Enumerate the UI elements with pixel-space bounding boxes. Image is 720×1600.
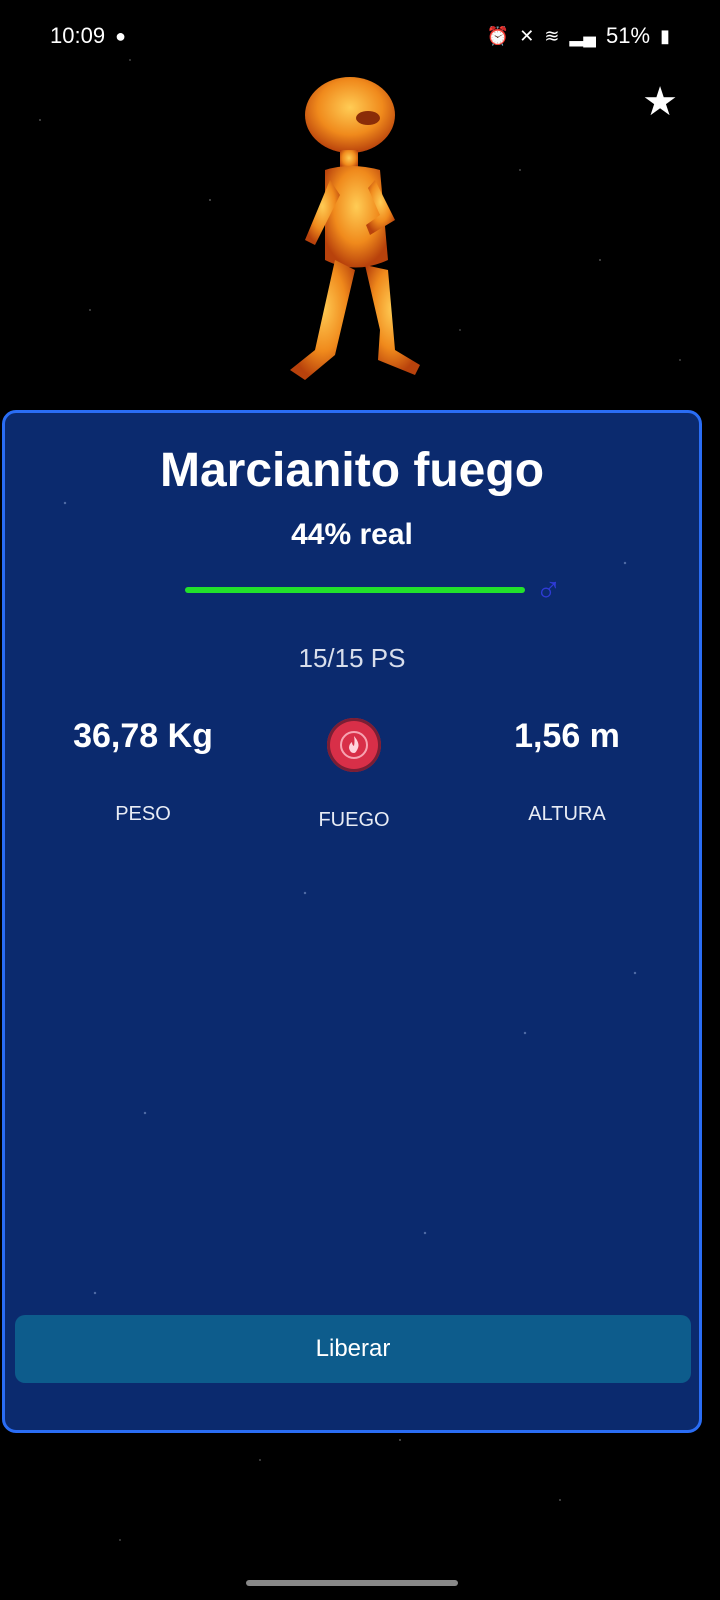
signal-icon: ▂▄ bbox=[569, 25, 597, 46]
battery-percent: 51% bbox=[606, 23, 651, 48]
status-time: 10:09 bbox=[50, 23, 106, 48]
fire-type-icon bbox=[327, 718, 381, 772]
release-button[interactable]: Liberar bbox=[15, 1315, 691, 1383]
creature-image bbox=[290, 77, 420, 380]
status-bar: 10:09 ● ⏰ ✕ ≋ ▂▄ 51% ▮ bbox=[0, 0, 720, 72]
wifi-icon: ≋ bbox=[544, 25, 560, 46]
height-label: ALTURA bbox=[528, 803, 606, 825]
hp-bar-fill bbox=[185, 587, 525, 593]
hp-text: 15/15 PS bbox=[298, 643, 406, 673]
notification-icon: ● bbox=[115, 25, 126, 46]
mute-icon: ✕ bbox=[519, 25, 535, 46]
height-value: 1,56 m bbox=[514, 717, 620, 755]
home-indicator[interactable] bbox=[246, 1580, 458, 1586]
real-percent: 44% real bbox=[291, 518, 413, 551]
creature-card: Marcianito fuego 44% real ♂ 15/15 PS 36,… bbox=[2, 410, 702, 1433]
weight-label: PESO bbox=[115, 803, 171, 825]
status-right: ⏰ ✕ ≋ ▂▄ 51% ▮ bbox=[487, 23, 670, 49]
hp-bar bbox=[185, 587, 525, 593]
status-left: 10:09 ● bbox=[50, 23, 126, 49]
favorite-star-icon[interactable]: ★ bbox=[636, 78, 684, 126]
battery-icon: ▮ bbox=[660, 25, 670, 46]
creature-name: Marcianito fuego bbox=[159, 444, 545, 497]
card-starfield bbox=[5, 413, 699, 1430]
type-label: FUEGO bbox=[318, 809, 390, 831]
male-gender-icon: ♂ bbox=[535, 569, 562, 610]
fire-icon bbox=[340, 731, 368, 759]
weight-value: 36,78 Kg bbox=[73, 717, 213, 755]
alarm-icon: ⏰ bbox=[486, 25, 510, 46]
